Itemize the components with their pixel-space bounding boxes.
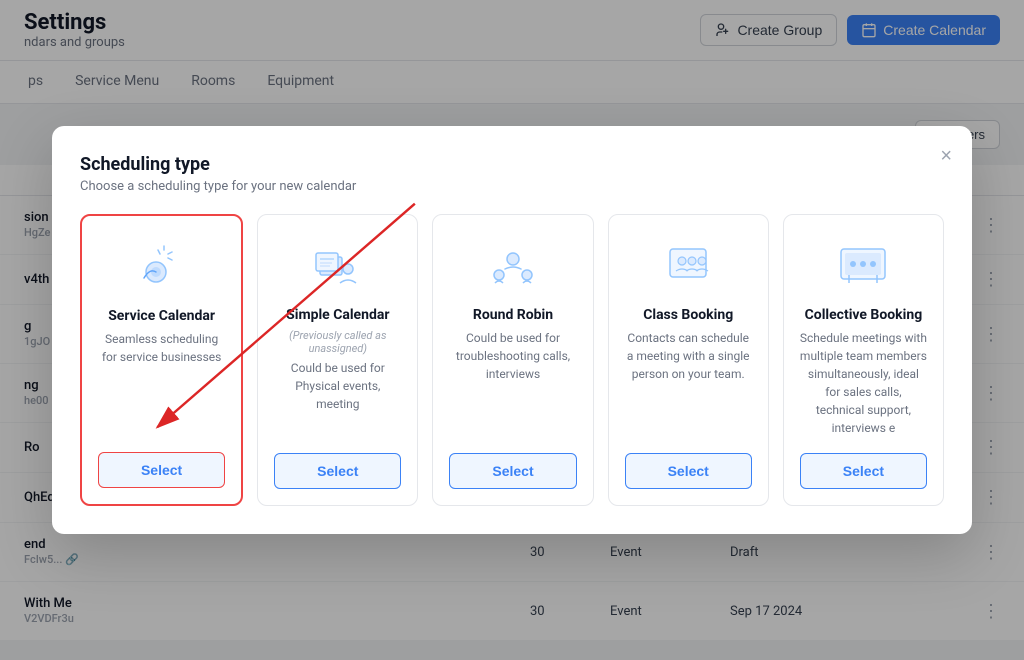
card-service-calendar: Service Calendar Seamless scheduling for… — [80, 214, 243, 506]
modal-subtitle: Choose a scheduling type for your new ca… — [80, 179, 944, 194]
scheduling-type-modal: × Scheduling type Choose a scheduling ty… — [52, 126, 972, 534]
card-round-robin: Round Robin Could be used for troublesho… — [432, 214, 593, 506]
card-service-calendar-desc: Seamless scheduling for service business… — [98, 330, 225, 436]
card-class-booking: Class Booking Contacts can schedule a me… — [608, 214, 769, 506]
card-simple-calendar-desc: Could be used for Physical events, meeti… — [274, 359, 401, 437]
card-collective-booking: Collective Booking Schedule meetings wit… — [783, 214, 944, 506]
select-service-calendar-button[interactable]: Select — [98, 452, 225, 488]
card-class-booking-desc: Contacts can schedule a meeting with a s… — [625, 329, 752, 437]
class-booking-icon — [658, 235, 718, 295]
modal-header: Scheduling type Choose a scheduling type… — [80, 154, 944, 194]
card-simple-calendar-title: Simple Calendar — [286, 307, 389, 323]
select-simple-calendar-button[interactable]: Select — [274, 453, 401, 489]
select-collective-booking-button[interactable]: Select — [800, 453, 927, 489]
select-round-robin-button[interactable]: Select — [449, 453, 576, 489]
card-round-robin-desc: Could be used for troubleshooting calls,… — [449, 329, 576, 437]
card-simple-calendar: Simple Calendar (Previously called as un… — [257, 214, 418, 506]
card-collective-booking-title: Collective Booking — [805, 307, 923, 323]
modal-title: Scheduling type — [80, 154, 944, 175]
modal-close-button[interactable]: × — [940, 146, 952, 166]
round-robin-icon — [483, 235, 543, 295]
card-service-calendar-title: Service Calendar — [108, 308, 215, 324]
simple-calendar-icon — [308, 235, 368, 295]
card-simple-calendar-note: (Previously called as unassigned) — [274, 329, 401, 355]
collective-booking-icon — [833, 235, 893, 295]
select-class-booking-button[interactable]: Select — [625, 453, 752, 489]
service-calendar-icon — [132, 236, 192, 296]
card-collective-booking-desc: Schedule meetings with multiple team mem… — [800, 329, 927, 437]
card-class-booking-title: Class Booking — [643, 307, 733, 323]
card-round-robin-title: Round Robin — [473, 307, 553, 323]
modal-overlay: × Scheduling type Choose a scheduling ty… — [0, 0, 1024, 660]
scheduling-type-cards: Service Calendar Seamless scheduling for… — [80, 214, 944, 506]
